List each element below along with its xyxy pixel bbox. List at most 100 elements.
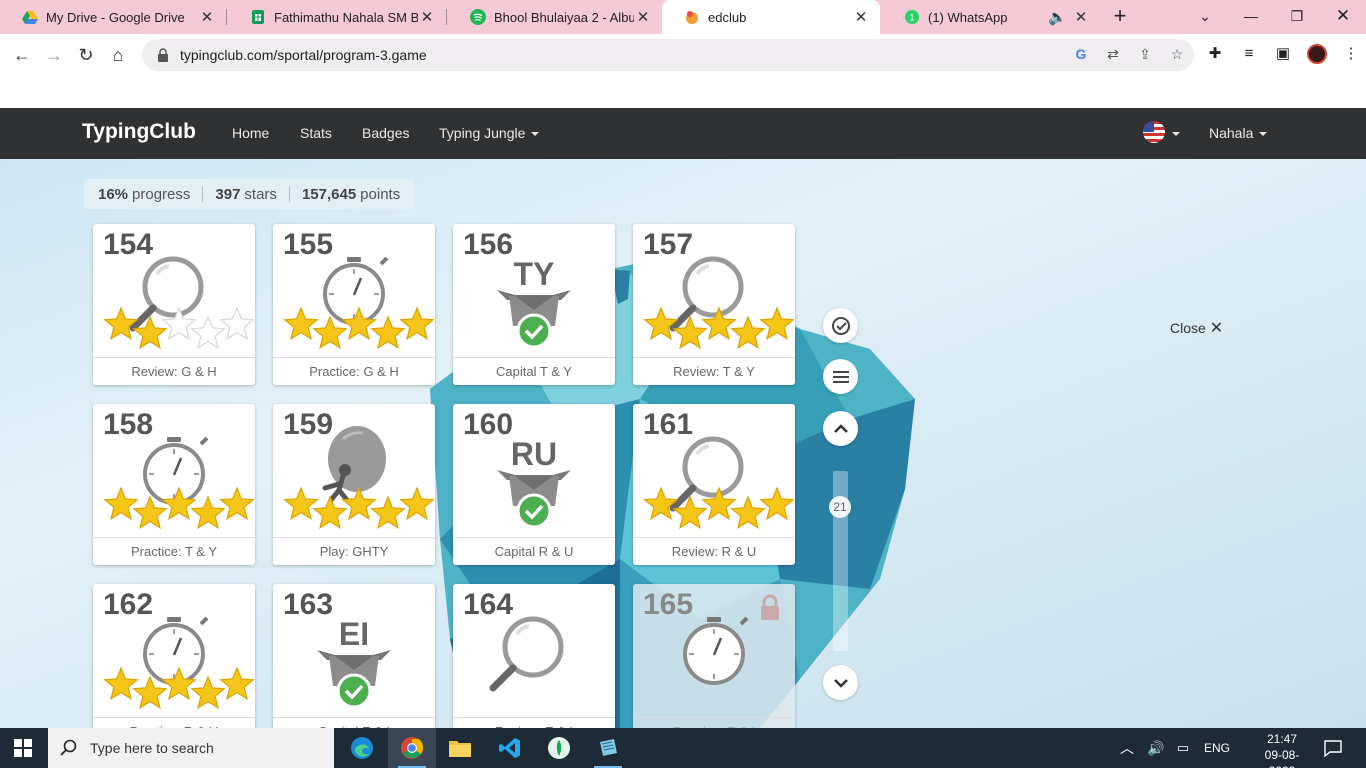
google-sheets-icon xyxy=(252,10,264,24)
star-filled-icon xyxy=(399,486,435,521)
goal-check-button[interactable] xyxy=(823,308,858,343)
close-button[interactable]: Close ✕ xyxy=(1170,318,1223,338)
taskbar-file-explorer[interactable] xyxy=(436,728,484,768)
close-tab-icon[interactable]: ✕ xyxy=(852,8,870,26)
side-panel-icon[interactable]: ▣ xyxy=(1273,44,1293,64)
minimize-button[interactable]: — xyxy=(1228,0,1274,32)
taskbar-edge[interactable] xyxy=(338,728,386,768)
nav-home-link[interactable]: Home xyxy=(232,125,269,141)
tab-search-chevron-icon[interactable]: ⌄ xyxy=(1182,0,1228,32)
magnifier-icon xyxy=(669,436,744,512)
battery-icon[interactable]: ▭ xyxy=(1170,740,1196,756)
svg-text:1: 1 xyxy=(909,13,914,23)
star-filled-icon xyxy=(643,486,679,521)
taskbar-mongodb-compass[interactable] xyxy=(535,728,583,768)
close-tab-icon[interactable]: ✕ xyxy=(634,8,652,26)
google-drive-icon xyxy=(22,11,38,24)
compass-leaf-icon xyxy=(548,737,570,759)
close-tab-icon[interactable]: ✕ xyxy=(1072,8,1090,26)
tab-google-sheets[interactable]: Fathimathu Nahala SM BCE1( ✕ xyxy=(228,0,446,34)
lesson-caption: Review: T & Y xyxy=(633,357,795,385)
nav-typing-jungle-dropdown[interactable]: Typing Jungle xyxy=(439,125,540,141)
bookmark-star-icon[interactable]: ☆ xyxy=(1168,45,1186,63)
nav-badges-link[interactable]: Badges xyxy=(362,125,409,141)
taskbar-vscode[interactable] xyxy=(486,728,534,768)
menu-button[interactable] xyxy=(823,359,858,394)
lesson-card-160[interactable]: 160 RU Capital R & U xyxy=(453,404,615,565)
new-tab-button[interactable]: + xyxy=(1108,5,1132,29)
tab-spotify[interactable]: Bhool Bhulaiyaa 2 - Album by ✕ xyxy=(448,0,662,34)
clock-time: 21:47 xyxy=(1266,732,1298,746)
tab-edclub[interactable]: edclub ✕ xyxy=(662,0,880,34)
address-bar[interactable]: typingclub.com/sportal/program-3.game G … xyxy=(142,39,1194,71)
lesson-number: 158 xyxy=(103,408,154,441)
lesson-card-159[interactable]: 159 Play: GHTY xyxy=(273,404,435,565)
tab-title: (1) WhatsApp xyxy=(928,9,1008,25)
close-tab-icon[interactable]: ✕ xyxy=(418,8,436,26)
share-icon[interactable]: ⇪ xyxy=(1136,45,1154,63)
us-flag-icon[interactable] xyxy=(1143,121,1165,143)
edge-icon xyxy=(351,737,373,759)
check-circle-icon xyxy=(831,316,850,335)
lesson-card-156[interactable]: 156 TY Capital T & Y xyxy=(453,224,615,385)
site-navbar: TypingClub Home Stats Badges Typing Jung… xyxy=(0,108,1366,159)
lesson-card-158[interactable]: 158 Practice: T & Y xyxy=(93,404,255,565)
scroll-down-button[interactable] xyxy=(823,665,858,700)
chrome-menu-icon[interactable]: ⋮ xyxy=(1341,44,1361,64)
reload-icon[interactable]: ↻ xyxy=(74,43,98,67)
back-arrow-icon[interactable]: ← xyxy=(10,43,34,67)
extensions-puzzle-icon[interactable]: ✚ xyxy=(1205,44,1225,64)
lesson-card-163[interactable]: 163EICapital E & I xyxy=(273,584,435,728)
lesson-caption: Practice: G & H xyxy=(273,357,435,385)
nav-stats-link[interactable]: Stats xyxy=(300,125,332,141)
media-control-icon[interactable]: ≡ xyxy=(1239,44,1259,64)
language-caret-icon[interactable] xyxy=(1172,132,1180,136)
taskbar-search-box[interactable]: Type here to search xyxy=(48,728,334,768)
chrome-icon xyxy=(401,737,424,759)
lesson-card-164[interactable]: 164 Review: E & I xyxy=(453,584,615,728)
user-menu-dropdown[interactable]: Nahala xyxy=(1209,125,1268,141)
box-with-check-icon xyxy=(497,470,571,529)
language-indicator[interactable]: ENG xyxy=(1204,741,1230,755)
lesson-card-155[interactable]: 155 Practice: G & H xyxy=(273,224,435,385)
star-filled-icon xyxy=(190,675,226,710)
lesson-caption: Capital E & I xyxy=(273,717,435,728)
restore-button[interactable]: ❐ xyxy=(1274,0,1320,32)
folder-icon xyxy=(449,741,471,757)
lesson-caption: Practice: T & Y xyxy=(93,537,255,565)
tab-whatsapp[interactable]: 1 (1) WhatsApp 🔈 ✕ xyxy=(882,0,1100,34)
scroll-up-button[interactable] xyxy=(823,411,858,446)
lesson-card-162[interactable]: 162 Practice: R & U xyxy=(93,584,255,728)
url-text: typingclub.com/sportal/program-3.game xyxy=(180,47,427,63)
windows-start-icon[interactable] xyxy=(14,739,32,757)
mute-tab-icon[interactable]: 🔈 xyxy=(1048,8,1067,26)
notifications-icon[interactable] xyxy=(1324,739,1342,757)
volume-icon[interactable]: 🔊 xyxy=(1142,740,1170,757)
lesson-caption: Play: GHTY xyxy=(273,537,435,565)
forward-arrow-icon[interactable]: → xyxy=(42,43,66,67)
home-icon[interactable]: ⌂ xyxy=(106,43,130,67)
lesson-card-157[interactable]: 157 Review: T & Y xyxy=(633,224,795,385)
lesson-card-165[interactable]: 165 Practice: E & I xyxy=(633,584,795,728)
window-close-button[interactable]: ✕ xyxy=(1320,0,1366,32)
taskbar-clock[interactable]: 21:47 09-08-2023 xyxy=(1252,731,1312,779)
star-empty-icon xyxy=(219,306,255,341)
tab-google-drive[interactable]: My Drive - Google Drive ✕ xyxy=(0,0,226,34)
close-tab-icon[interactable]: ✕ xyxy=(198,8,216,26)
typingclub-logo[interactable]: TypingClub xyxy=(82,120,196,144)
show-hidden-icons-chevron-icon[interactable]: ︿ xyxy=(1118,738,1136,758)
taskbar-app[interactable] xyxy=(584,728,632,768)
profile-avatar[interactable] xyxy=(1307,44,1327,64)
caret-down-icon xyxy=(531,132,540,137)
lesson-card-154[interactable]: 154 Review: G & H xyxy=(93,224,255,385)
taskbar-chrome[interactable] xyxy=(388,728,436,768)
google-lens-icon[interactable]: G xyxy=(1072,45,1090,63)
translate-icon[interactable]: ⇄ xyxy=(1104,45,1122,63)
lesson-card-161[interactable]: 161 Review: R & U xyxy=(633,404,795,565)
lesson-caption: Capital R & U xyxy=(453,537,615,565)
close-label: Close xyxy=(1170,320,1206,336)
stopwatch-icon xyxy=(323,256,389,325)
lesson-number: 165 xyxy=(643,588,694,621)
star-filled-icon xyxy=(399,306,435,341)
star-filled-icon xyxy=(730,315,766,350)
